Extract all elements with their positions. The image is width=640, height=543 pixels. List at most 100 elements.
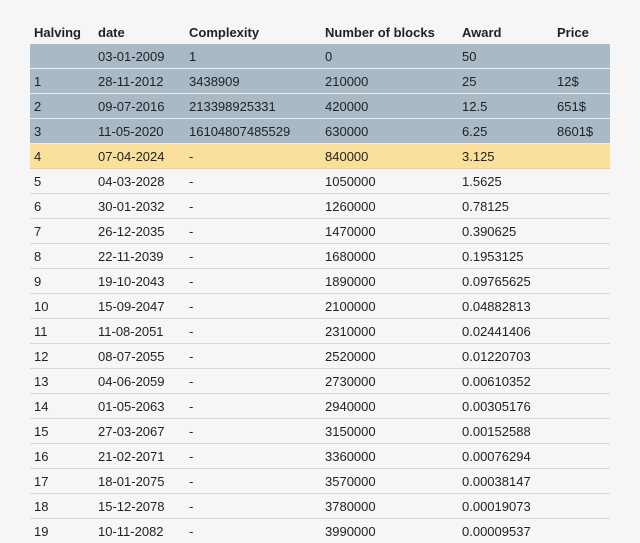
price-cell <box>553 294 610 319</box>
complexity-cell: - <box>185 169 321 194</box>
complexity-cell: - <box>185 344 321 369</box>
halving-number-cell: 6 <box>30 194 94 219</box>
award-cell: 0.09765625 <box>458 269 553 294</box>
price-cell <box>553 319 610 344</box>
table-row: 1910-11-2082-39900000.00009537 <box>30 519 610 543</box>
halving-number-cell: 18 <box>30 494 94 519</box>
number-of-blocks-cell: 2100000 <box>321 294 458 319</box>
halving-number-cell: 5 <box>30 169 94 194</box>
table-row: 1208-07-2055-25200000.01220703 <box>30 344 610 369</box>
halving-number-cell: 7 <box>30 219 94 244</box>
date-cell: 21-02-2071 <box>94 444 185 469</box>
award-cell: 0.01220703 <box>458 344 553 369</box>
number-of-blocks-cell: 2730000 <box>321 369 458 394</box>
table-row: 630-01-2032-12600000.78125 <box>30 194 610 219</box>
price-cell <box>553 444 610 469</box>
complexity-cell: - <box>185 469 321 494</box>
halving-table-container: HalvingdateComplexityNumber of blocksAwa… <box>30 20 610 543</box>
table-row: 504-03-2028-10500001.5625 <box>30 169 610 194</box>
price-cell <box>553 144 610 169</box>
number-of-blocks-cell: 3780000 <box>321 494 458 519</box>
number-of-blocks-cell: 420000 <box>321 94 458 119</box>
table-row: 311-05-2020161048074855296300006.258601$ <box>30 119 610 144</box>
award-cell: 50 <box>458 44 553 69</box>
award-cell: 1.5625 <box>458 169 553 194</box>
date-cell: 04-06-2059 <box>94 369 185 394</box>
award-cell: 0.00038147 <box>458 469 553 494</box>
number-of-blocks-cell: 2940000 <box>321 394 458 419</box>
number-of-blocks-cell: 2520000 <box>321 344 458 369</box>
table-row: 1015-09-2047-21000000.04882813 <box>30 294 610 319</box>
price-cell: 8601$ <box>553 119 610 144</box>
halving-number-cell: 12 <box>30 344 94 369</box>
header-date: date <box>94 20 185 44</box>
award-cell: 0.78125 <box>458 194 553 219</box>
date-cell: 04-03-2028 <box>94 169 185 194</box>
halving-number-cell: 19 <box>30 519 94 543</box>
date-cell: 26-12-2035 <box>94 219 185 244</box>
table-row: 1621-02-2071-33600000.00076294 <box>30 444 610 469</box>
halving-number-cell: 13 <box>30 369 94 394</box>
price-cell <box>553 169 610 194</box>
date-cell: 07-04-2024 <box>94 144 185 169</box>
table-row: 209-07-201621339892533142000012.5651$ <box>30 94 610 119</box>
award-cell: 3.125 <box>458 144 553 169</box>
price-cell <box>553 194 610 219</box>
date-cell: 08-07-2055 <box>94 344 185 369</box>
header-price: Price <box>553 20 610 44</box>
award-cell: 0.00152588 <box>458 419 553 444</box>
number-of-blocks-cell: 3570000 <box>321 469 458 494</box>
header-row: HalvingdateComplexityNumber of blocksAwa… <box>30 20 610 44</box>
date-cell: 09-07-2016 <box>94 94 185 119</box>
award-cell: 0.00019073 <box>458 494 553 519</box>
complexity-cell: - <box>185 369 321 394</box>
halving-number-cell: 10 <box>30 294 94 319</box>
number-of-blocks-cell: 210000 <box>321 69 458 94</box>
header-number-of-blocks: Number of blocks <box>321 20 458 44</box>
table-row: 1304-06-2059-27300000.00610352 <box>30 369 610 394</box>
award-cell: 0.390625 <box>458 219 553 244</box>
complexity-cell: - <box>185 444 321 469</box>
award-cell: 0.1953125 <box>458 244 553 269</box>
date-cell: 15-12-2078 <box>94 494 185 519</box>
date-cell: 11-05-2020 <box>94 119 185 144</box>
date-cell: 19-10-2043 <box>94 269 185 294</box>
price-cell <box>553 494 610 519</box>
halving-number-cell: 2 <box>30 94 94 119</box>
price-cell <box>553 394 610 419</box>
price-cell <box>553 244 610 269</box>
complexity-cell: - <box>185 194 321 219</box>
date-cell: 22-11-2039 <box>94 244 185 269</box>
price-cell <box>553 219 610 244</box>
date-cell: 01-05-2063 <box>94 394 185 419</box>
complexity-cell: - <box>185 244 321 269</box>
complexity-cell: 16104807485529 <box>185 119 321 144</box>
table-row: 128-11-201234389092100002512$ <box>30 69 610 94</box>
halving-number-cell: 11 <box>30 319 94 344</box>
halving-table: HalvingdateComplexityNumber of blocksAwa… <box>30 20 610 543</box>
halving-number-cell: 1 <box>30 69 94 94</box>
award-cell: 0.04882813 <box>458 294 553 319</box>
halving-number-cell: 16 <box>30 444 94 469</box>
date-cell: 30-01-2032 <box>94 194 185 219</box>
halving-number-cell: 9 <box>30 269 94 294</box>
header-complexity: Complexity <box>185 20 321 44</box>
date-cell: 27-03-2067 <box>94 419 185 444</box>
award-cell: 0.00076294 <box>458 444 553 469</box>
halving-number-cell: 3 <box>30 119 94 144</box>
number-of-blocks-cell: 630000 <box>321 119 458 144</box>
award-cell: 0.00305176 <box>458 394 553 419</box>
number-of-blocks-cell: 2310000 <box>321 319 458 344</box>
table-row: 1815-12-2078-37800000.00019073 <box>30 494 610 519</box>
table-row: 822-11-2039-16800000.1953125 <box>30 244 610 269</box>
complexity-cell: - <box>185 269 321 294</box>
halving-number-cell <box>30 44 94 69</box>
number-of-blocks-cell: 3990000 <box>321 519 458 543</box>
number-of-blocks-cell: 1680000 <box>321 244 458 269</box>
table-row: 407-04-2024-8400003.125 <box>30 144 610 169</box>
complexity-cell: - <box>185 519 321 543</box>
award-cell: 6.25 <box>458 119 553 144</box>
award-cell: 0.00610352 <box>458 369 553 394</box>
complexity-cell: 213398925331 <box>185 94 321 119</box>
award-cell: 12.5 <box>458 94 553 119</box>
